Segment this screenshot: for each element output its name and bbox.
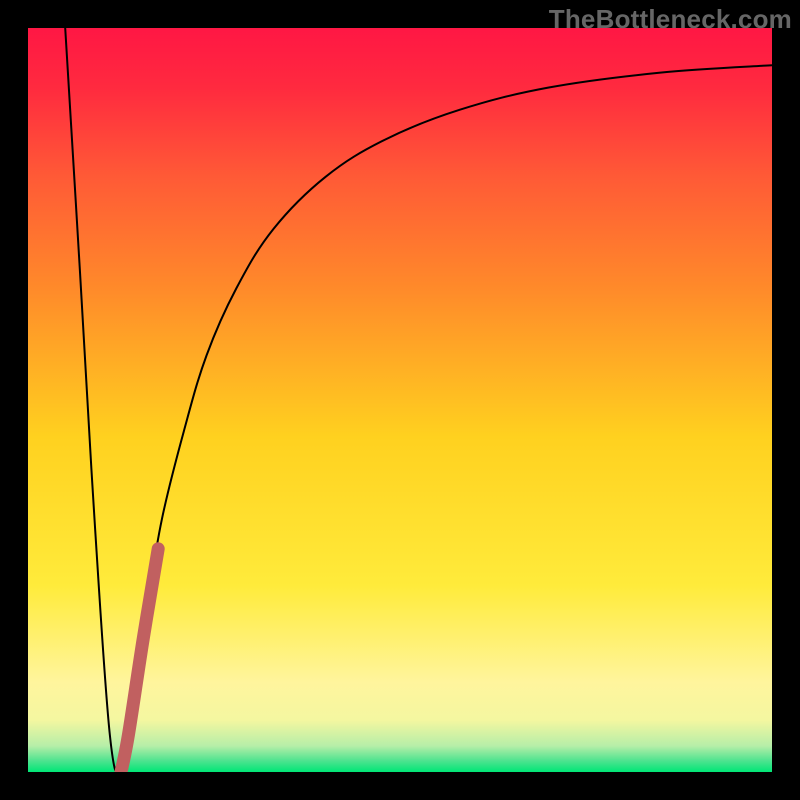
watermark-text: TheBottleneck.com — [549, 4, 792, 35]
chart-frame — [28, 28, 772, 772]
bottleneck-chart — [28, 28, 772, 772]
